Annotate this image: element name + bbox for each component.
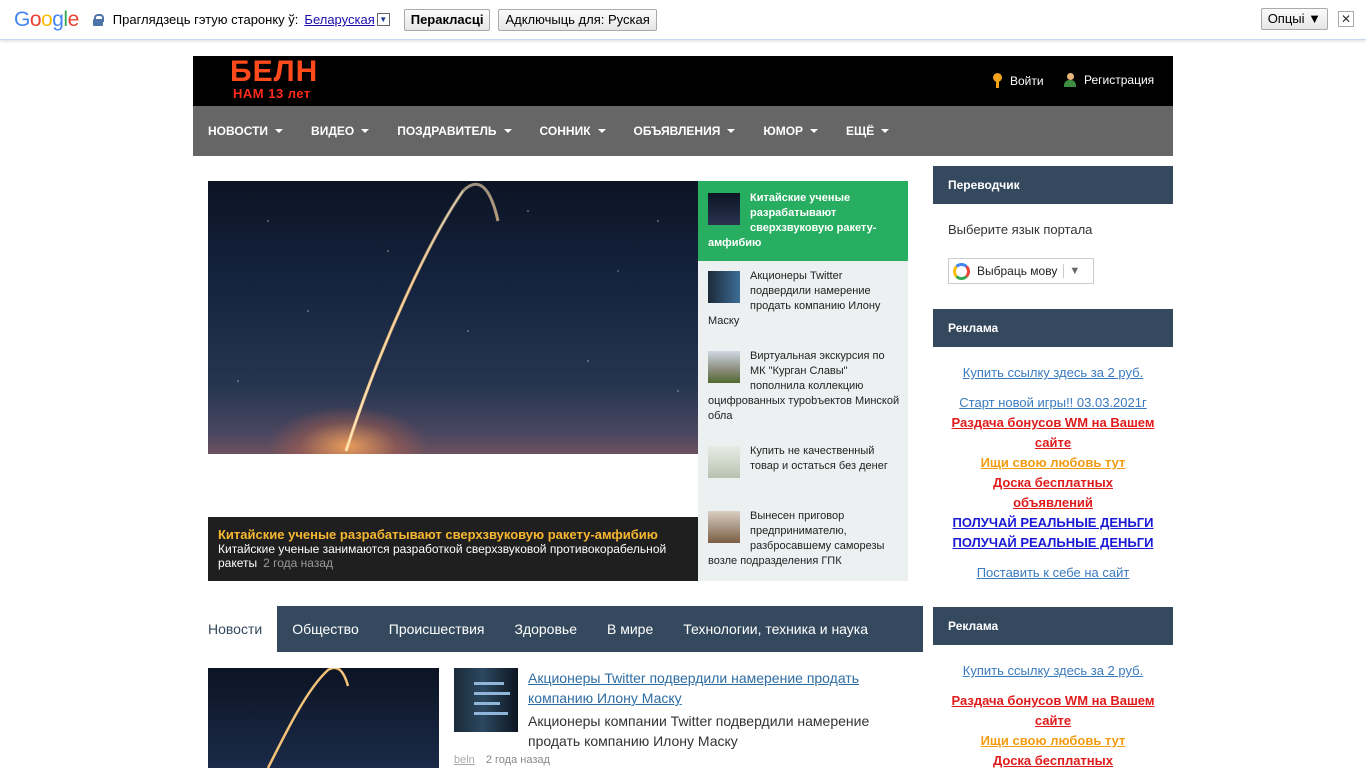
caret-down-icon	[361, 129, 370, 133]
news-meta: beln 2 года назад	[454, 754, 550, 766]
ads-widget-title: Реклама	[933, 309, 1173, 347]
login-label: Войти	[1010, 73, 1044, 88]
news-thumbnail	[708, 446, 740, 478]
ad-link-love[interactable]: Ищи свою любовь тут	[933, 453, 1173, 473]
nav-item-humor[interactable]: ЮМОР	[763, 124, 819, 138]
news-thumbnail	[708, 351, 740, 383]
ads-widget-title: Реклама	[933, 607, 1173, 645]
tab-technology[interactable]: Технологии, техника и наука	[668, 606, 883, 652]
ad-link-board[interactable]: Доска бесплатных объявлений	[933, 473, 1173, 513]
caret-down-icon	[881, 129, 890, 133]
news-thumbnail	[708, 511, 740, 543]
list-item[interactable]: Акционеры Twitter подвердили намерение п…	[698, 269, 908, 329]
translate-bar: Google Праглядзець гэтую старонку ў: Бел…	[0, 0, 1366, 40]
options-button[interactable]: Опцыі ▼	[1260, 8, 1328, 30]
caret-down-icon	[597, 129, 606, 133]
turn-off-button[interactable]: Адключыць для: Руская	[498, 8, 657, 31]
key-icon	[993, 73, 1002, 88]
tab-society[interactable]: Общество	[277, 606, 374, 652]
hero-description: Китайские ученые занимаются разработкой …	[218, 542, 667, 570]
language-dropdown-icon[interactable]: ▼	[376, 13, 390, 26]
category-tabs: Новости Общество Происшествия Здоровье В…	[193, 606, 923, 652]
news-description: Акционеры компании Twitter подвердили на…	[528, 713, 870, 749]
rocket-trail	[344, 182, 500, 452]
tab-incidents[interactable]: Происшествия	[374, 606, 500, 652]
rocket-trail	[266, 668, 350, 768]
ad-link-money[interactable]: ПОЛУЧАЙ РЕАЛЬНЫЕ ДЕНЬГИ	[933, 533, 1173, 553]
tab-health[interactable]: Здоровье	[499, 606, 592, 652]
google-icon	[953, 262, 970, 280]
nav-item-more[interactable]: ЕЩЁ	[846, 124, 890, 138]
lock-icon	[92, 13, 104, 26]
main-nav: НОВОСТИ ВИДЕО ПОЗДРАВИТЕЛЬ СОННИК ОБЪЯВЛ…	[193, 106, 1173, 156]
tab-world[interactable]: В мире	[592, 606, 668, 652]
caret-down-icon	[275, 129, 284, 133]
user-icon	[1064, 73, 1076, 87]
list-item[interactable]: Китайские ученые разрабатывают сверхзвук…	[698, 181, 908, 261]
ad-link-game[interactable]: Старт новой игры!! 03.03.2021г	[933, 393, 1173, 413]
language-select[interactable]: Выбраць мову ▼	[948, 258, 1094, 284]
site-header: БЕЛН НАМ 13 лет Войти Регистрация	[193, 56, 1173, 106]
hero-caption[interactable]: Китайские ученые разрабатывают сверхзвук…	[208, 517, 698, 581]
nav-item-greetings[interactable]: ПОЗДРАВИТЕЛЬ	[397, 124, 512, 138]
news-thumbnail[interactable]	[454, 668, 518, 732]
google-logo: Google	[14, 7, 79, 31]
caret-down-icon	[727, 129, 736, 133]
hero-image[interactable]	[208, 181, 698, 454]
translate-button[interactable]: Перакласці	[403, 8, 491, 31]
ad-link-install[interactable]: Поставить к себе на сайт	[933, 563, 1173, 583]
news-author[interactable]: beln	[454, 754, 475, 766]
nav-item-dreambook[interactable]: СОННИК	[540, 124, 606, 138]
dropdown-arrow-icon: ▼	[1069, 265, 1081, 277]
hero-time: 2 года назад	[263, 556, 334, 570]
ad-link-bonus[interactable]: Раздача бонусов WM на Вашем сайте	[933, 691, 1173, 731]
list-item[interactable]: Вынесен приговор предпринимателю, разбро…	[698, 509, 908, 569]
caret-down-icon	[810, 129, 819, 133]
ad-link-love[interactable]: Ищи свою любовь тут	[933, 731, 1173, 751]
list-item[interactable]: Виртуальная экскурсия по МК "Курган Слав…	[698, 349, 908, 424]
login-link[interactable]: Войти	[993, 73, 1044, 88]
side-news-list: Китайские ученые разрабатывают сверхзвук…	[698, 181, 908, 581]
nav-item-ads[interactable]: ОБЪЯВЛЕНИЯ	[634, 124, 736, 138]
ad-link-money[interactable]: ПОЛУЧАЙ РЕАЛЬНЫЕ ДЕНЬГИ	[933, 513, 1173, 533]
news-image[interactable]	[208, 668, 439, 768]
hero-title[interactable]: Китайские ученые разрабатывают сверхзвук…	[218, 527, 688, 542]
close-icon[interactable]: ✕	[1338, 11, 1354, 27]
ad-link-board[interactable]: Доска бесплатных	[933, 751, 1173, 771]
news-thumbnail	[708, 271, 740, 303]
register-label: Регистрация	[1084, 73, 1155, 87]
ad-link-buy[interactable]: Купить ссылку здесь за 2 руб.	[933, 363, 1173, 383]
translate-prompt: Праглядзець гэтую старонку ў:	[112, 12, 299, 27]
news-time: 2 года назад	[485, 754, 550, 766]
nav-item-news[interactable]: НОВОСТИ	[208, 124, 284, 138]
list-item[interactable]: Купить не качественный товар и остаться …	[698, 444, 908, 480]
ad-link-buy[interactable]: Купить ссылку здесь за 2 руб.	[933, 661, 1173, 681]
news-title-link[interactable]: Акционеры Twitter подвердили намерение п…	[528, 668, 908, 708]
translator-text: Выберите язык портала	[948, 222, 1093, 237]
ad-link-bonus[interactable]: Раздача бонусов WM на Вашем сайте	[933, 413, 1173, 453]
register-link[interactable]: Регистрация	[1064, 73, 1154, 87]
translator-widget-title: Переводчик	[933, 166, 1173, 204]
tab-news[interactable]: Новости	[193, 606, 278, 652]
language-link[interactable]: Беларуская	[304, 12, 374, 27]
news-thumbnail	[708, 193, 740, 225]
caret-down-icon	[503, 129, 512, 133]
site-logo[interactable]: БЕЛН	[230, 57, 318, 87]
nav-item-video[interactable]: ВИДЕО	[311, 124, 370, 138]
site-logo-subtitle: НАМ 13 лет	[233, 86, 311, 101]
